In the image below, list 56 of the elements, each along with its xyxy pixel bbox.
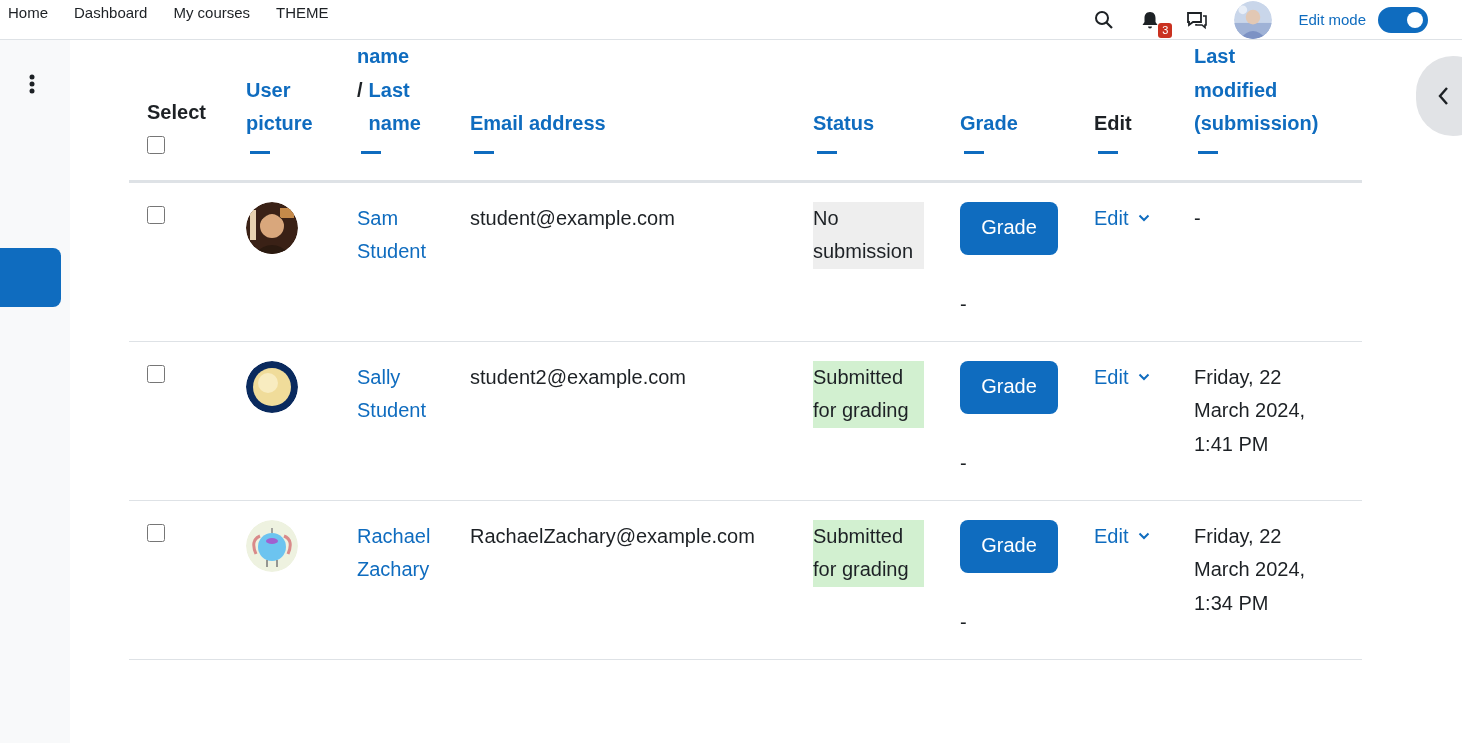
email-text: student2@example.com (470, 364, 687, 390)
user-name-link[interactable]: Sally Student (357, 360, 439, 428)
breadcrumb-link[interactable]: Home (8, 4, 48, 21)
sort-icon[interactable] (1098, 150, 1118, 154)
breadcrumb-link[interactable]: My courses (173, 4, 251, 21)
separator-text: / (357, 77, 363, 103)
column-header-link[interactable]: Grade (960, 107, 1076, 141)
edit-mode-label: Edit mode (1298, 11, 1366, 28)
more-icon[interactable] (29, 74, 35, 94)
date-text: Friday, 22 March 2024, 1:41 PM (1194, 364, 1307, 457)
caret-icon (1138, 373, 1151, 382)
column-header-link[interactable]: User picture (246, 73, 339, 141)
status-badge: Submitted for grading (813, 360, 924, 428)
chevron-left-icon (1436, 85, 1450, 107)
notification-count: 3 (1158, 22, 1173, 38)
caret-icon (1138, 214, 1151, 223)
date-text: Friday, 22 March 2024, 1:34 PM (1194, 523, 1307, 616)
grade-button[interactable]: Grade (960, 519, 1058, 573)
search-icon[interactable] (1094, 9, 1115, 30)
sort-icon[interactable] (817, 150, 837, 154)
sort-icon[interactable] (474, 150, 494, 154)
column-header-link[interactable]: Last name (368, 73, 429, 141)
edit-menu-link[interactable]: Edit (1094, 519, 1151, 553)
column-header-link[interactable]: Email address (470, 107, 610, 141)
email-text: RachaelZachary@example.com (470, 523, 756, 549)
sort-icon[interactable] (964, 150, 984, 154)
grade-button[interactable]: Grade (960, 201, 1058, 255)
breadcrumb-link[interactable]: Dashboard (74, 4, 148, 21)
row-checkbox[interactable] (147, 205, 165, 224)
user-name-link[interactable]: Rachael Zachary (357, 519, 439, 587)
edit-menu-link[interactable]: Edit (1094, 201, 1151, 235)
email-text: student@example.com (470, 205, 676, 231)
column-header-link[interactable]: name (357, 40, 452, 74)
grade-text: - (960, 291, 968, 317)
grade-button[interactable]: Grade (960, 360, 1058, 414)
row-checkbox[interactable] (147, 364, 165, 383)
caret-icon (1138, 532, 1151, 541)
status-badge: Submitted for grading (813, 519, 924, 587)
chat-icon[interactable] (1186, 9, 1209, 30)
sort-icon[interactable] (361, 150, 381, 154)
grade-text: - (960, 450, 968, 476)
status-badge: No submission (813, 201, 924, 269)
edit-menu-link[interactable]: Edit (1094, 360, 1151, 394)
select-all-checkbox[interactable] (147, 135, 165, 154)
edit-mode-switch[interactable] (1378, 6, 1428, 33)
column-header: Select (147, 100, 207, 125)
sort-icon[interactable] (1198, 150, 1218, 154)
column-header-link[interactable]: Status (813, 107, 942, 141)
grade-text: - (960, 609, 968, 635)
breadcrumb-link[interactable]: THEME (276, 4, 329, 21)
row-checkbox[interactable] (147, 523, 165, 542)
user-name-link[interactable]: Sam Student (357, 201, 439, 269)
date-text: - (1194, 205, 1202, 231)
sort-icon[interactable] (250, 150, 270, 154)
column-header: Edit (1094, 111, 1133, 136)
column-header-link[interactable]: Last modified (submission) (1194, 40, 1319, 141)
